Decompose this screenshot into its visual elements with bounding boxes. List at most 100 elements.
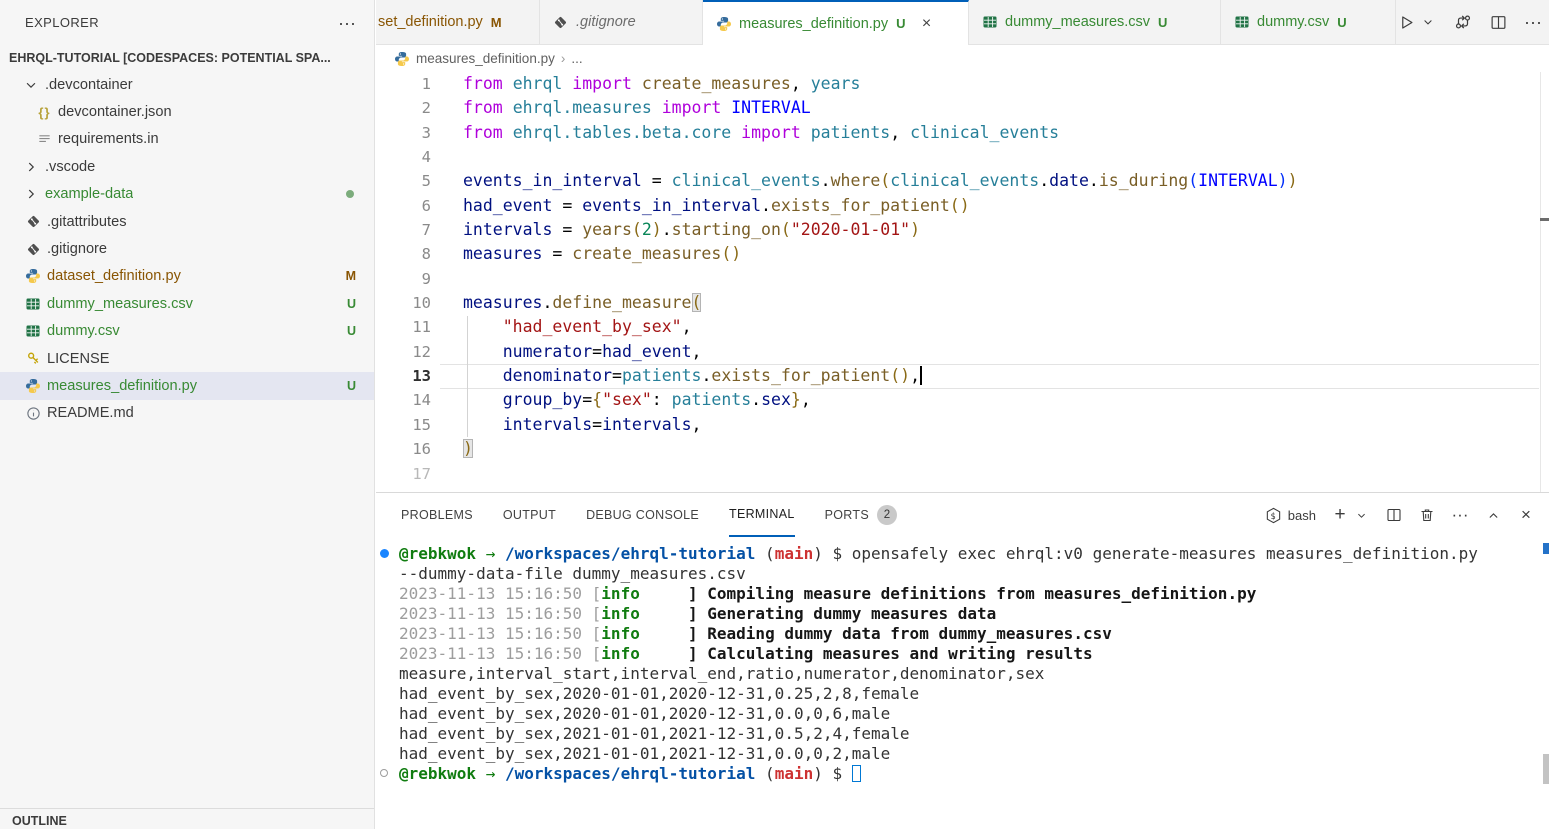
code-line-12[interactable]: 12 numerator=had_event, bbox=[376, 340, 1549, 364]
terminal-line: had_event_by_sex,2020-01-01,2020-12-31,0… bbox=[376, 704, 1549, 724]
tab-set-definition-py[interactable]: set_definition.pyM bbox=[376, 0, 540, 45]
run-dropdown-icon[interactable] bbox=[1418, 12, 1438, 32]
code-line-14[interactable]: 14 group_by={"sex": patients.sex}, bbox=[376, 388, 1549, 412]
code-editor[interactable]: 1from ehrql import create_measures, year… bbox=[376, 72, 1549, 492]
code-line-2[interactable]: 2from ehrql.measures import INTERVAL bbox=[376, 96, 1549, 120]
tree-item-dummy-csv[interactable]: dummy.csvU bbox=[0, 318, 374, 345]
panel-tab-output[interactable]: OUTPUT bbox=[503, 493, 556, 537]
code-token: from bbox=[463, 74, 503, 93]
panel-tab-terminal[interactable]: TERMINAL bbox=[729, 493, 795, 537]
panel-tab-ports[interactable]: PORTS2 bbox=[825, 493, 897, 537]
line-number[interactable]: 9 bbox=[376, 267, 431, 291]
breadcrumb-symbol[interactable]: ... bbox=[571, 51, 582, 66]
terminal-text: ] bbox=[640, 584, 707, 603]
tree-item-vscode[interactable]: .vscode bbox=[0, 153, 374, 180]
maximize-panel-icon[interactable] bbox=[1484, 505, 1502, 525]
tree-item-devcontainer[interactable]: .devcontainer bbox=[0, 71, 374, 98]
panel-more-actions-icon[interactable]: ··· bbox=[1451, 505, 1469, 525]
code-line-4[interactable]: 4 bbox=[376, 145, 1549, 169]
tree-item-dataset-definition-py[interactable]: dataset_definition.pyM bbox=[0, 263, 374, 290]
close-panel-icon[interactable]: × bbox=[1517, 505, 1535, 525]
line-number[interactable]: 11 bbox=[376, 315, 431, 339]
line-number[interactable]: 14 bbox=[376, 388, 431, 412]
terminal-text: Calculating measures and writing results bbox=[707, 644, 1092, 663]
tab-gitignore[interactable]: .gitignore bbox=[540, 0, 703, 45]
code-token bbox=[801, 123, 811, 142]
run-python-file-button[interactable] bbox=[1396, 12, 1416, 32]
code-token bbox=[463, 390, 503, 409]
tree-item-readme-md[interactable]: README.md bbox=[0, 400, 374, 427]
terminal-scrollbar[interactable] bbox=[1543, 754, 1549, 784]
code-token: patients bbox=[672, 390, 751, 409]
panel-tab-label: PORTS bbox=[825, 508, 869, 522]
command-decoration-dot[interactable] bbox=[380, 549, 389, 558]
close-tab-icon[interactable]: × bbox=[918, 15, 936, 33]
tree-item-license[interactable]: LICENSE bbox=[0, 345, 374, 372]
line-number[interactable]: 6 bbox=[376, 194, 431, 218]
tab-dummy-csv[interactable]: dummy.csvU bbox=[1221, 0, 1396, 45]
kill-terminal-icon[interactable] bbox=[1418, 505, 1436, 525]
line-number[interactable]: 12 bbox=[376, 340, 431, 364]
tree-item-devcontainer-json[interactable]: { }devcontainer.json bbox=[0, 98, 374, 125]
terminal[interactable]: @rebkwok → /workspaces/ehrql-tutorial (m… bbox=[376, 537, 1549, 829]
code-line-7[interactable]: 7intervals = years(2).starting_on("2020-… bbox=[376, 218, 1549, 242]
code-line-13[interactable]: 13 denominator=patients.exists_for_patie… bbox=[376, 364, 1549, 388]
more-actions-icon[interactable]: ··· bbox=[1523, 12, 1543, 32]
code-line-9[interactable]: 9 bbox=[376, 267, 1549, 291]
code-line-17[interactable]: 17 bbox=[376, 462, 1549, 486]
code-line-1[interactable]: 1from ehrql import create_measures, year… bbox=[376, 72, 1549, 96]
tab-dummy-measures-csv[interactable]: dummy_measures.csvU bbox=[969, 0, 1221, 45]
tree-item-dummy-measures-csv[interactable]: dummy_measures.csvU bbox=[0, 290, 374, 317]
line-number[interactable]: 1 bbox=[376, 72, 431, 96]
open-changes-icon[interactable] bbox=[1453, 12, 1473, 32]
line-number[interactable]: 15 bbox=[376, 413, 431, 437]
code-token: , bbox=[692, 342, 702, 361]
outline-section-header[interactable]: OUTLINE bbox=[0, 808, 374, 829]
code-line-5[interactable]: 5events_in_interval = clinical_events.wh… bbox=[376, 169, 1549, 193]
tree-item-measures-definition-py[interactable]: measures_definition.pyU bbox=[0, 372, 374, 399]
code-token: = bbox=[612, 366, 622, 385]
shell-label: bash bbox=[1288, 508, 1316, 523]
code-token bbox=[463, 317, 503, 336]
code-line-8[interactable]: 8measures = create_measures() bbox=[376, 242, 1549, 266]
code-token: , bbox=[801, 390, 811, 409]
terminal-text: measure,interval_start,interval_end,rati… bbox=[399, 664, 1044, 683]
split-terminal-icon[interactable] bbox=[1385, 505, 1403, 525]
code-line-6[interactable]: 6had_event = events_in_interval.exists_f… bbox=[376, 194, 1549, 218]
line-number[interactable]: 13 bbox=[376, 364, 431, 388]
code-line-15[interactable]: 15 intervals=intervals, bbox=[376, 413, 1549, 437]
terminal-text: /workspaces/ehrql-tutorial bbox=[505, 544, 755, 563]
code-line-3[interactable]: 3from ehrql.tables.beta.core import pati… bbox=[376, 121, 1549, 145]
shell-selector[interactable]: $ bash bbox=[1265, 507, 1316, 524]
code-line-11[interactable]: 11 "had_event_by_sex", bbox=[376, 315, 1549, 339]
workspace-section-header[interactable]: EHRQL-TUTORIAL [CODESPACES: POTENTIAL SP… bbox=[0, 45, 374, 71]
line-number[interactable]: 8 bbox=[376, 242, 431, 266]
tree-item-gitattributes[interactable]: .gitattributes bbox=[0, 208, 374, 235]
code-line-10[interactable]: 10measures.define_measure( bbox=[376, 291, 1549, 315]
code-token: = bbox=[542, 244, 572, 263]
tree-item-gitignore[interactable]: .gitignore bbox=[0, 235, 374, 262]
panel-tab-debug-console[interactable]: DEBUG CONSOLE bbox=[586, 493, 699, 537]
line-number[interactable]: 16 bbox=[376, 437, 431, 461]
line-number[interactable]: 4 bbox=[376, 145, 431, 169]
tree-item-requirements-in[interactable]: requirements.in bbox=[0, 126, 374, 153]
line-number[interactable]: 3 bbox=[376, 121, 431, 145]
line-number[interactable]: 17 bbox=[376, 462, 431, 486]
line-number[interactable]: 7 bbox=[376, 218, 431, 242]
new-terminal-button[interactable]: + bbox=[1331, 505, 1349, 525]
terminal-dropdown-icon[interactable] bbox=[1352, 505, 1370, 525]
command-decoration-circle[interactable] bbox=[380, 769, 388, 777]
line-number[interactable]: 10 bbox=[376, 291, 431, 315]
split-editor-icon[interactable] bbox=[1488, 12, 1508, 32]
tree-item-example-data[interactable]: example-data bbox=[0, 181, 374, 208]
line-number[interactable]: 2 bbox=[376, 96, 431, 120]
breadcrumb-file[interactable]: measures_definition.py bbox=[416, 51, 555, 66]
panel-tab-problems[interactable]: PROBLEMS bbox=[401, 493, 473, 537]
code-line-16[interactable]: 16) bbox=[376, 437, 1549, 461]
explorer-more-actions-icon[interactable]: ··· bbox=[338, 18, 356, 28]
info-icon bbox=[24, 405, 42, 422]
code-token: ehrql.tables.beta.core bbox=[513, 123, 732, 142]
tab-measures-definition-py[interactable]: measures_definition.pyU× bbox=[703, 0, 969, 45]
code-token: . bbox=[662, 220, 672, 239]
line-number[interactable]: 5 bbox=[376, 169, 431, 193]
